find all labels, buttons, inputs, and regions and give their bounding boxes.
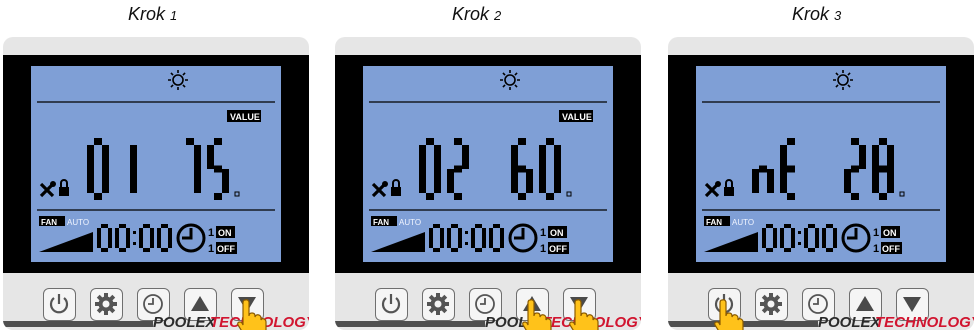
- brand-poolex: POOLEX: [818, 314, 881, 330]
- lcd-graphics: FAN AUTO 1 ON 1 OFF: [702, 70, 940, 255]
- pointing-hand-icon: [237, 299, 267, 330]
- auto-label: AUTO: [67, 218, 89, 227]
- timer-clock-icon: [508, 223, 538, 253]
- step-title-3: Krok 3: [792, 4, 841, 25]
- pointing-hand-icon: [714, 299, 744, 330]
- main-digits: [87, 138, 240, 200]
- step-title-1: Krok 1: [128, 4, 177, 25]
- auto-label: AUTO: [399, 218, 421, 227]
- value-tag: VALUE: [230, 112, 260, 122]
- triangle-up-icon: [191, 296, 209, 311]
- tools-icon: [704, 181, 721, 198]
- step-title-2: Krok 2: [452, 4, 501, 25]
- on-number: 1: [540, 227, 546, 239]
- off-number: 1: [873, 243, 879, 255]
- auto-label: AUTO: [732, 218, 754, 227]
- clock-digits: [97, 224, 172, 252]
- lock-icon: [724, 179, 734, 196]
- timer-clock-icon: [176, 223, 206, 253]
- main-digits: [419, 138, 572, 200]
- power-icon: [49, 294, 69, 314]
- pointing-hand-icon: [522, 299, 552, 330]
- off-label: OFF: [882, 244, 900, 254]
- step-title-word: Krok: [128, 4, 166, 24]
- fan-level-bars: [39, 232, 93, 252]
- sun-icon: [168, 70, 188, 90]
- off-number: 1: [208, 243, 214, 255]
- clock-digits: [762, 224, 837, 252]
- sun-icon: [500, 70, 520, 90]
- lock-icon: [59, 179, 69, 196]
- clock-icon: [143, 294, 163, 314]
- on-number: 1: [208, 227, 214, 239]
- off-label: OFF: [217, 244, 235, 254]
- sun-icon: [833, 70, 853, 90]
- gear-icon: [95, 293, 117, 315]
- on-label: ON: [550, 228, 564, 238]
- clock-icon: [808, 294, 828, 314]
- off-number: 1: [540, 243, 546, 255]
- fan-label: FAN: [373, 218, 389, 227]
- controller-panel-step-1: VALUEFANAUTO1ON1OFFPOOLEXTECHNOLOGY: [3, 37, 309, 330]
- on-label: ON: [218, 228, 232, 238]
- step-title-number: 1: [170, 8, 178, 23]
- off-label: OFF: [549, 244, 567, 254]
- lcd-screen: VALUE FAN AUTO 1 ON 1 OFF: [363, 66, 613, 262]
- display-bezel: VALUE FAN AUTO 1 ON 1 OFF: [335, 55, 641, 273]
- controller-panel-step-3: FAN AUTO 1 ON 1 OFF POOLEX TECHNOLOGY: [668, 37, 974, 330]
- brand-technology: TECHNOLOGY: [875, 314, 974, 330]
- fan-level-bars: [704, 232, 758, 252]
- tools-icon: [371, 181, 388, 198]
- lcd-graphics: VALUE FAN AUTO 1 ON 1 OFF: [37, 70, 275, 255]
- lock-icon: [391, 179, 401, 196]
- step-title-number: 3: [834, 8, 842, 23]
- step-title-word: Krok: [792, 4, 830, 24]
- lcd-screen: VALUE FAN AUTO 1 ON 1 OFF: [31, 66, 281, 262]
- clock-digits: [429, 224, 504, 252]
- brand-poolex: POOLEX: [153, 314, 216, 330]
- controller-panel-step-2: VALUEFANAUTO1ON1OFFPOOLEXTECHNOLOGY: [335, 37, 641, 330]
- pointing-hand-icon: [569, 299, 599, 330]
- fan-label: FAN: [41, 218, 57, 227]
- step-title-word: Krok: [452, 4, 490, 24]
- main-digits: [752, 138, 905, 200]
- fan-level-bars: [371, 232, 425, 252]
- on-number: 1: [873, 227, 879, 239]
- power-icon: [381, 294, 401, 314]
- brand-stripe: [335, 321, 485, 327]
- brand-stripe: [3, 321, 153, 327]
- on-label: ON: [883, 228, 897, 238]
- value-tag: VALUE: [562, 112, 592, 122]
- step-title-number: 2: [494, 8, 502, 23]
- gear-icon: [760, 293, 782, 315]
- fan-label: FAN: [706, 218, 722, 227]
- display-bezel: FAN AUTO 1 ON 1 OFF: [668, 55, 974, 273]
- clock-icon: [475, 294, 495, 314]
- triangle-up-icon: [856, 296, 874, 311]
- lcd-graphics: VALUE FAN AUTO 1 ON 1 OFF: [369, 70, 607, 255]
- lcd-screen: FAN AUTO 1 ON 1 OFF: [696, 66, 946, 262]
- triangle-down-icon: [903, 297, 921, 312]
- gear-icon: [427, 293, 449, 315]
- timer-clock-icon: [841, 223, 871, 253]
- tools-icon: [39, 181, 56, 198]
- display-bezel: VALUE FAN AUTO 1 ON 1 OFF: [3, 55, 309, 273]
